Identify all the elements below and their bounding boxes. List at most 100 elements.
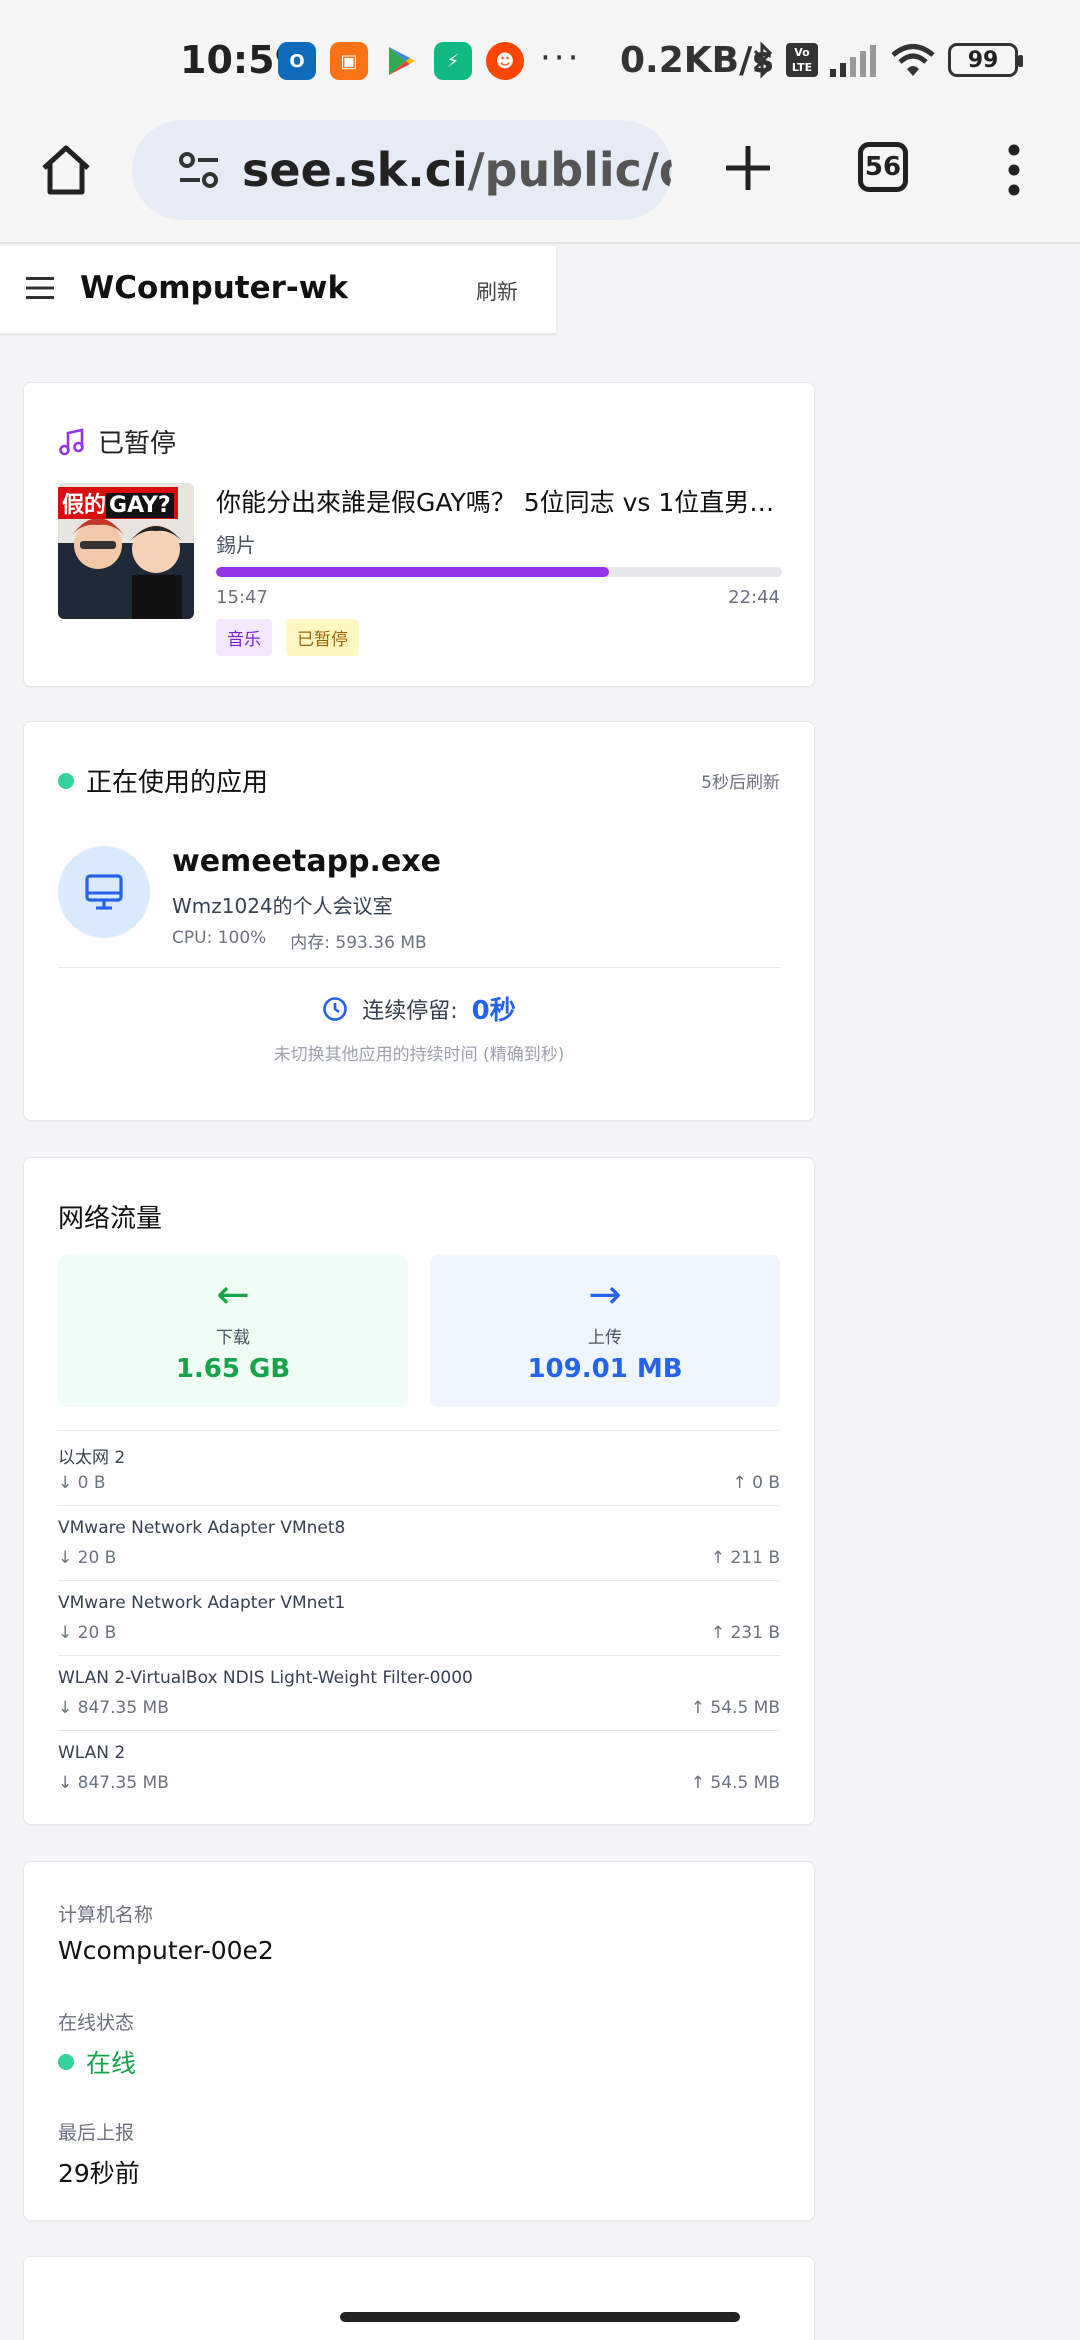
battery-icon: 99	[948, 43, 1023, 77]
adapter-down: ↓ 0 B	[58, 1473, 106, 1493]
media-total-time: 22:44	[728, 587, 780, 608]
adapter-row: WLAN 2 ↓ 847.35 MB ↑ 54.5 MB	[58, 1730, 780, 1805]
online-status-label: 在线状态	[58, 2012, 135, 2034]
adapter-row: VMware Network Adapter VMnet8 ↓ 20 B ↑ 2…	[58, 1505, 780, 1580]
monitor-icon	[85, 874, 123, 910]
network-card: 网络流量 ← 下载 1.65 GB → 上传 109.01 MB 以太网 2 ↓…	[23, 1157, 815, 1825]
adapter-list: 以太网 2 ↓ 0 B ↑ 0 B VMware Network Adapter…	[58, 1430, 780, 1805]
app-stats: CPU: 100% 内存: 593.36 MB	[172, 928, 427, 953]
app-avatar	[58, 846, 150, 938]
download-label: 下载	[216, 1328, 250, 1348]
mi-store-icon: ▣	[330, 42, 368, 80]
play-store-icon	[382, 42, 420, 80]
upload-label: 上传	[588, 1328, 622, 1348]
thumbnail-caption-white: GAY?	[106, 493, 174, 518]
tab-switcher-button[interactable]: 56	[858, 142, 908, 192]
media-progress-bar	[216, 567, 782, 577]
system-indicators: Vo LTE 99	[752, 40, 1023, 80]
app-window-title: Wmz1024的个人会议室	[172, 894, 393, 918]
current-app-card: 正在使用的应用 5秒后刷新 wemeetapp.exe Wmz1024的个人会议…	[23, 721, 815, 1121]
media-status: 已暂停	[98, 429, 177, 459]
reddit-icon: ☻	[486, 42, 524, 80]
media-card: 已暂停 假的 GAY? 你能分出來誰是假GAY嗎？ 5位同志 vs 1位直男… 錫…	[23, 382, 815, 687]
active-dot-icon	[58, 772, 74, 789]
upload-value: 109.01 MB	[527, 1354, 683, 1384]
download-value: 1.65 GB	[175, 1354, 291, 1384]
url-text: see.sk.ci/public/dev	[242, 143, 672, 197]
download-arrow-icon: ←	[216, 1272, 250, 1318]
auto-refresh-countdown: 5秒后刷新	[701, 773, 780, 793]
adapter-down: ↓ 847.35 MB	[58, 1773, 169, 1793]
adapter-row: VMware Network Adapter VMnet1 ↓ 20 B ↑ 2…	[58, 1580, 780, 1655]
adapter-name: WLAN 2	[58, 1743, 126, 1763]
refresh-button[interactable]: 刷新	[476, 276, 518, 306]
music-note-icon	[59, 427, 84, 455]
site-settings-icon[interactable]	[178, 149, 220, 191]
notification-icons: O ▣ ⚡ ☻	[278, 42, 524, 80]
last-report-value: 29秒前	[58, 2159, 140, 2188]
adapter-row: 以太网 2 ↓ 0 B ↑ 0 B	[58, 1430, 780, 1505]
adapter-down: ↓ 20 B	[58, 1623, 117, 1643]
stay-label: 连续停留:	[362, 998, 458, 1024]
divider	[58, 967, 780, 968]
memory-usage: 内存: 593.36 MB	[290, 933, 427, 953]
online-status-value: 在线	[86, 2049, 137, 2078]
adapter-name: WLAN 2-VirtualBox NDIS Light-Weight Filt…	[58, 1668, 473, 1688]
adapter-up: ↑ 231 B	[710, 1623, 780, 1643]
security-icon: ⚡	[434, 42, 472, 80]
download-panel: ← 下载 1.65 GB	[58, 1255, 408, 1407]
tag-paused: 已暂停	[286, 619, 359, 656]
cpu-usage: CPU: 100%	[172, 928, 267, 948]
browser-menu-icon[interactable]	[996, 142, 1032, 198]
page-title: WComputer-wk	[80, 270, 349, 306]
media-header: 已暂停	[58, 423, 176, 460]
computer-name-label: 计算机名称	[58, 1904, 154, 1926]
thumbnail-caption: 假的 GAY?	[58, 487, 178, 519]
adapter-up: ↑ 211 B	[710, 1548, 780, 1568]
media-thumbnail[interactable]: 假的 GAY?	[58, 483, 194, 619]
media-current-time: 15:47	[216, 587, 268, 608]
signal-icon	[830, 45, 876, 77]
url-path: /public/dev	[467, 143, 672, 197]
browser-toolbar: see.sk.ci/public/dev 56	[0, 120, 1080, 244]
adapter-row: WLAN 2-VirtualBox NDIS Light-Weight Filt…	[58, 1655, 780, 1730]
tag-music: 音乐	[216, 619, 272, 656]
network-title: 网络流量	[58, 1204, 163, 1234]
current-app-header: 正在使用的应用	[58, 762, 268, 799]
outlook-icon: O	[278, 42, 316, 80]
address-bar[interactable]: see.sk.ci/public/dev	[132, 120, 672, 220]
status-bar: 10:59 O ▣ ⚡ ☻ ··· 0.2KB/s Vo LTE 99	[0, 0, 1080, 120]
gesture-bar[interactable]	[340, 2312, 740, 2322]
hamburger-menu-icon[interactable]	[26, 276, 54, 300]
adapter-down: ↓ 847.35 MB	[58, 1698, 169, 1718]
app-process-name: wemeetapp.exe	[172, 844, 441, 879]
media-tags: 音乐 已暂停	[216, 619, 359, 656]
adapter-up: ↑ 54.5 MB	[690, 1773, 780, 1793]
adapter-name: VMware Network Adapter VMnet1	[58, 1593, 346, 1613]
volte-icon: Vo LTE	[786, 43, 818, 77]
adapter-up: ↑ 0 B	[732, 1473, 780, 1493]
current-app-title: 正在使用的应用	[86, 768, 269, 798]
media-artist: 錫片	[216, 533, 256, 557]
computer-name-value: Wcomputer-00e2	[58, 1936, 274, 1965]
app-header: WComputer-wk 刷新	[0, 246, 556, 334]
device-info-card: 计算机名称 Wcomputer-00e2 在线状态 在线 最后上报 29秒前	[23, 1861, 815, 2221]
media-progress-fill	[216, 567, 609, 577]
new-tab-icon[interactable]	[720, 140, 776, 196]
url-host: see.sk.ci	[242, 143, 468, 197]
adapter-down: ↓ 20 B	[58, 1548, 117, 1568]
media-title: 你能分出來誰是假GAY嗎？ 5位同志 vs 1位直男…	[216, 488, 775, 517]
last-report-label: 最后上报	[58, 2122, 135, 2144]
adapter-name: VMware Network Adapter VMnet8	[58, 1518, 346, 1538]
online-dot-icon	[58, 2054, 74, 2070]
network-speed: 0.2KB/s	[620, 40, 774, 81]
stay-value: 0秒	[471, 996, 516, 1026]
bluetooth-icon	[753, 41, 773, 79]
more-notifications-icon: ···	[540, 38, 582, 78]
next-card	[23, 2256, 815, 2340]
online-status: 在线	[58, 2044, 136, 2080]
stay-note: 未切换其他应用的持续时间 (精确到秒)	[273, 1045, 565, 1065]
home-icon[interactable]	[38, 142, 94, 198]
adapter-up: ↑ 54.5 MB	[690, 1698, 780, 1718]
adapter-name: 以太网 2	[58, 1448, 126, 1468]
